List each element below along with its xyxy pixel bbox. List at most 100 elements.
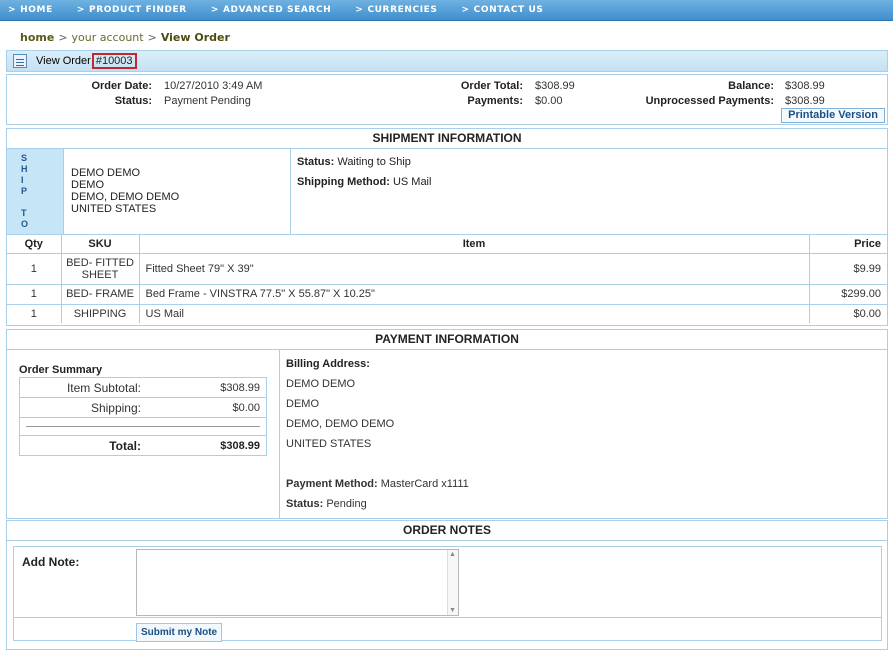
breadcrumb-separator: > bbox=[147, 31, 157, 44]
nav-product-finder[interactable]: > PRODUCT FINDER bbox=[77, 5, 187, 15]
column-header-price: Price bbox=[809, 235, 887, 254]
payment-header: PAYMENT INFORMATION bbox=[7, 330, 887, 350]
shipment-section: SHIPMENT INFORMATION S H I P T O DEMO DE… bbox=[6, 128, 888, 326]
status-label: Status: bbox=[114, 95, 152, 107]
breadcrumb: home > your account > View Order bbox=[20, 31, 230, 44]
order-summary-panel: Order Date: 10/27/2010 3:49 AM Status: P… bbox=[6, 74, 888, 125]
notes-form: Add Note: ▲ ▼ Submit my Note bbox=[13, 546, 882, 642]
row-qty: 1 bbox=[7, 284, 62, 305]
order-date-value: 10/27/2010 3:49 AM bbox=[164, 80, 263, 92]
ship-to-letter: P bbox=[21, 186, 28, 196]
billing-line: DEMO, DEMO DEMO bbox=[286, 418, 395, 430]
balance-label: Balance: bbox=[728, 80, 774, 92]
nav-advanced-search[interactable]: > ADVANCED SEARCH bbox=[211, 5, 331, 15]
order-total-label: Order Total: bbox=[460, 80, 523, 92]
divider bbox=[290, 149, 291, 234]
subtotal-label: Item Subtotal: bbox=[66, 381, 141, 395]
order-notes-header: ORDER NOTES bbox=[7, 521, 887, 541]
row-sku: BED- FITTED SHEET bbox=[61, 253, 140, 285]
payment-status: Status: Pending bbox=[286, 498, 367, 510]
ship-to-letter: S bbox=[21, 153, 28, 163]
table-row: 1 SHIPPING US Mail $0.00 bbox=[7, 304, 887, 323]
subtotal-value: $308.99 bbox=[220, 382, 260, 394]
billing-line: UNITED STATES bbox=[286, 438, 372, 450]
shipment-header: SHIPMENT INFORMATION bbox=[7, 129, 887, 149]
document-icon bbox=[13, 54, 27, 68]
table-row: 1 BED- FITTED SHEET Fitted Sheet 79" X 3… bbox=[7, 253, 887, 285]
address-line: DEMO DEMO bbox=[71, 167, 141, 179]
order-total-value: $308.99 bbox=[535, 80, 575, 92]
subtotal-row: Item Subtotal: $308.99 bbox=[20, 378, 266, 398]
submit-note-button[interactable]: Submit my Note bbox=[136, 623, 223, 642]
shipping-address: DEMO DEMO DEMO DEMO, DEMO DEMO UNITED ST… bbox=[71, 167, 179, 215]
payment-method-value: MasterCard x1111 bbox=[380, 478, 469, 490]
column-header-item: Item bbox=[139, 235, 810, 254]
ship-to-letter: O bbox=[21, 219, 29, 229]
row-sku: BED- FRAME bbox=[61, 284, 140, 305]
summary-rule bbox=[20, 418, 266, 436]
divider bbox=[279, 350, 280, 518]
shipment-status-label: Status: bbox=[297, 156, 335, 168]
ship-to-letter: H bbox=[21, 164, 28, 174]
breadcrumb-home-link[interactable]: home bbox=[20, 31, 54, 44]
payment-status-label: Status: bbox=[286, 498, 324, 510]
scroll-up-icon[interactable]: ▲ bbox=[449, 551, 456, 558]
row-qty: 1 bbox=[7, 304, 62, 323]
ship-to-strip: S H I P T O bbox=[7, 149, 64, 234]
breadcrumb-account-link[interactable]: your account bbox=[72, 31, 144, 44]
payment-method: Payment Method: MasterCard x1111 bbox=[286, 478, 469, 490]
printable-version-button[interactable]: Printable Version bbox=[781, 108, 885, 123]
items-table: Qty SKU Item Price 1 BED- FITTED SHEET F… bbox=[7, 235, 887, 323]
scroll-down-icon[interactable]: ▼ bbox=[449, 607, 456, 614]
ship-to-letter: T bbox=[21, 208, 27, 218]
ship-to-block: S H I P T O DEMO DEMO DEMO DEMO, DEMO DE… bbox=[7, 149, 887, 235]
payments-value: $0.00 bbox=[535, 95, 563, 107]
total-value: $308.99 bbox=[220, 440, 260, 452]
order-summary-box: Item Subtotal: $308.99 Shipping: $0.00 T… bbox=[19, 377, 267, 456]
ship-to-letter: I bbox=[21, 175, 24, 185]
order-summary-title: Order Summary bbox=[19, 364, 103, 376]
payment-body: Order Summary Item Subtotal: $308.99 Shi… bbox=[7, 350, 887, 518]
row-qty: 1 bbox=[7, 253, 62, 285]
page-title-bar: View Order #10003 bbox=[6, 50, 888, 72]
billing-address-label: Billing Address: bbox=[286, 358, 370, 370]
unprocessed-payments-value: $308.99 bbox=[785, 95, 825, 107]
row-price: $0.00 bbox=[853, 307, 881, 320]
top-nav: > HOME > PRODUCT FINDER > ADVANCED SEARCH >… bbox=[0, 0, 893, 21]
row-item: Bed Frame - VINSTRA 77.5" X 55.87" X 10.… bbox=[139, 284, 810, 305]
nav-home[interactable]: > HOME bbox=[8, 5, 53, 15]
page-title: View Order bbox=[36, 55, 91, 67]
row-item: US Mail bbox=[139, 304, 810, 323]
table-header-row: Qty SKU Item Price bbox=[7, 235, 887, 254]
breadcrumb-separator: > bbox=[58, 31, 68, 44]
billing-line: DEMO DEMO bbox=[286, 378, 356, 390]
nav-currencies[interactable]: > CURRENCIES bbox=[355, 5, 437, 15]
shipping-method-label: Shipping Method: bbox=[297, 176, 390, 188]
table-row: 1 BED- FRAME Bed Frame - VINSTRA 77.5" X… bbox=[7, 284, 887, 305]
shipping-row: Shipping: $0.00 bbox=[20, 398, 266, 418]
shipping-method-value: US Mail bbox=[392, 176, 432, 188]
payment-method-label: Payment Method: bbox=[286, 478, 378, 490]
shipping-label: Shipping: bbox=[90, 401, 141, 415]
balance-value: $308.99 bbox=[785, 80, 825, 92]
order-notes-section: ORDER NOTES Add Note: ▲ ▼ Submit my Note bbox=[6, 520, 888, 650]
shipping-method: Shipping Method: US Mail bbox=[297, 176, 431, 188]
row-price: $9.99 bbox=[809, 253, 887, 285]
payment-section: PAYMENT INFORMATION Order Summary Item S… bbox=[6, 329, 888, 519]
nav-contact-us[interactable]: > CONTACT US bbox=[461, 5, 543, 15]
shipment-status-value: Waiting to Ship bbox=[337, 156, 411, 168]
address-line: DEMO bbox=[71, 179, 104, 191]
column-header-sku: SKU bbox=[61, 235, 140, 254]
payments-label: Payments: bbox=[467, 95, 523, 107]
order-date-label: Order Date: bbox=[91, 80, 152, 92]
breadcrumb-current: View Order bbox=[160, 31, 230, 44]
textarea-scrollbar[interactable]: ▲ ▼ bbox=[447, 550, 458, 615]
note-textarea[interactable] bbox=[136, 549, 459, 616]
total-label: Total: bbox=[109, 439, 141, 453]
status-value: Payment Pending bbox=[164, 95, 251, 107]
order-number: #10003 bbox=[91, 53, 137, 69]
shipping-value: $0.00 bbox=[232, 402, 260, 414]
billing-line: DEMO bbox=[286, 398, 319, 410]
column-header-qty: Qty bbox=[7, 235, 62, 254]
notes-body: Add Note: ▲ ▼ Submit my Note bbox=[7, 541, 887, 645]
